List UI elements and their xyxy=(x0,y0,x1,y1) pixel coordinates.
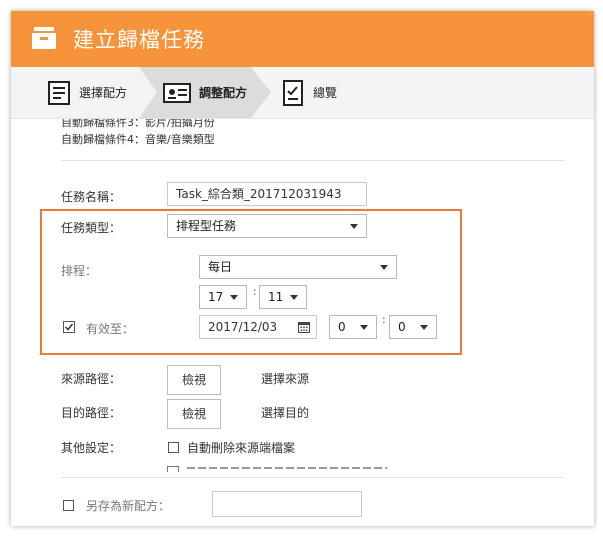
footer-divider xyxy=(61,477,564,478)
time-colon: : xyxy=(382,313,386,326)
checklist-icon xyxy=(283,79,303,106)
valid-minute-value: 0 xyxy=(398,320,406,334)
step-adjust-recipe[interactable]: 調整配方 xyxy=(163,67,247,118)
chevron-down-icon xyxy=(380,265,388,270)
settings-card-icon xyxy=(163,82,191,103)
dialog-window: 建立歸檔任務 選擇配方 調整配方 總覽 自動歸檔條件3：影片/拍攝月份 自動歸檔… xyxy=(11,11,594,526)
auto-delete-checkbox[interactable] xyxy=(168,442,179,453)
valid-until-label: 有效至： xyxy=(86,322,135,336)
task-type-label: 任務類型： xyxy=(61,221,122,235)
schedule-label: 排程： xyxy=(61,264,98,278)
clipped-option-row xyxy=(167,466,397,472)
task-type-select[interactable]: 排程型任務 xyxy=(167,214,367,238)
checkbox-checked-icon xyxy=(63,321,75,333)
step-label: 選擇配方 xyxy=(79,86,128,100)
hour-value: 17 xyxy=(208,290,224,304)
source-path-label: 來源路徑： xyxy=(61,372,122,386)
dialog-header: 建立歸檔任務 xyxy=(11,11,594,67)
footer: 另存為新配方： xyxy=(11,481,594,526)
chevron-down-icon xyxy=(230,295,238,300)
valid-hour-select[interactable]: 0 xyxy=(329,315,377,339)
auto-delete-label: 自動刪除來源端檔案 xyxy=(187,441,296,455)
valid-hour-value: 0 xyxy=(338,320,346,334)
calendar-icon[interactable] xyxy=(298,321,310,333)
schedule-select[interactable]: 每日 xyxy=(199,255,397,279)
task-name-input[interactable]: Task_綜合類_201712031943 xyxy=(167,182,367,206)
chevron-down-icon xyxy=(420,325,428,330)
chevron-down-icon xyxy=(350,224,358,229)
source-browse-button[interactable]: 檢視 xyxy=(167,365,221,395)
valid-date-value: 2017/12/03 xyxy=(208,320,278,334)
step-label: 總覽 xyxy=(313,86,338,100)
save-as-recipe-input[interactable] xyxy=(212,491,362,517)
dest-path-label: 目的路徑： xyxy=(61,406,122,420)
dest-browse-button[interactable]: 檢視 xyxy=(167,399,221,429)
task-type-value: 排程型任務 xyxy=(176,219,237,233)
dialog-title: 建立歸檔任務 xyxy=(73,28,205,52)
task-name-label: 任務名稱： xyxy=(61,190,122,204)
valid-until-checkbox[interactable] xyxy=(63,321,75,333)
chevron-down-icon xyxy=(360,325,368,330)
hour-select[interactable]: 17 xyxy=(199,285,247,309)
valid-minute-select[interactable]: 0 xyxy=(389,315,437,339)
chevron-down-icon xyxy=(290,295,298,300)
condition-line-4: 自動歸檔條件4：音樂/音樂類型 xyxy=(61,133,215,146)
step-select-recipe[interactable]: 選擇配方 xyxy=(47,67,127,118)
minute-value: 11 xyxy=(268,290,284,304)
minute-select[interactable]: 11 xyxy=(259,285,307,309)
dest-hint: 選擇目的 xyxy=(261,406,310,420)
time-colon: : xyxy=(253,285,257,298)
other-settings-label: 其他設定： xyxy=(61,441,122,455)
archive-box-icon xyxy=(32,27,56,49)
schedule-value: 每日 xyxy=(208,260,233,274)
save-as-recipe-checkbox[interactable] xyxy=(63,500,74,511)
valid-date-input[interactable]: 2017/12/03 xyxy=(199,315,317,339)
step-bar: 選擇配方 調整配方 總覽 xyxy=(11,67,594,119)
condition-line-3: 自動歸檔條件3：影片/拍攝月份 xyxy=(61,119,215,129)
step-overview[interactable]: 總覽 xyxy=(281,67,337,118)
save-as-recipe-label: 另存為新配方： xyxy=(86,499,171,513)
section-divider xyxy=(61,160,564,161)
list-icon xyxy=(48,80,70,105)
source-hint: 選擇來源 xyxy=(261,372,310,386)
step-label: 調整配方 xyxy=(199,86,248,100)
